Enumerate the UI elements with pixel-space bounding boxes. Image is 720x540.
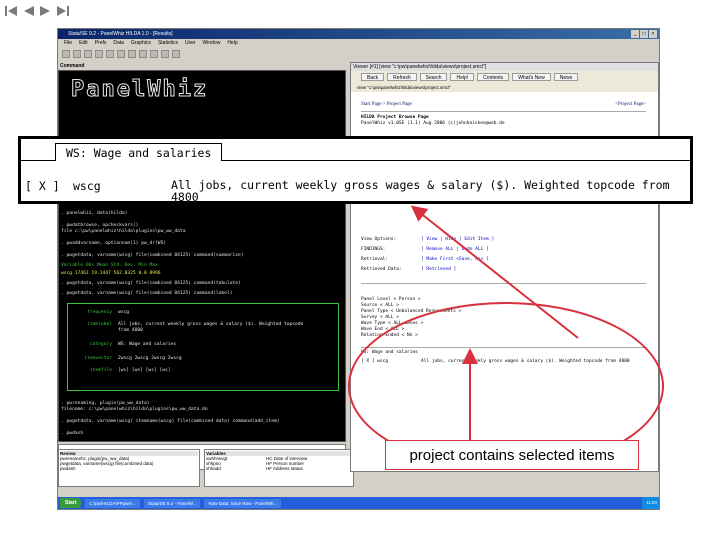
start-button[interactable]: Start — [60, 498, 82, 508]
label-box-row: category WS: Wage and salaries — [89, 342, 177, 347]
retrieved-data-link[interactable]: [ Retrieved ] — [421, 267, 456, 272]
result-line: . pwgetdata, varname(wscg) file(combined… — [61, 253, 244, 258]
taskbar-item[interactable]: Raw Data: Save Raw - PanelWh... — [204, 498, 282, 508]
result-line: . panelwhiz, data(hilda) — [61, 211, 128, 216]
news-button[interactable]: News — [553, 73, 579, 81]
menu-data[interactable]: Data — [113, 39, 124, 48]
option-row: FINDINGS:[ Remove ALL | Undo ALL ] — [361, 247, 489, 252]
toolbar — [58, 48, 659, 61]
taskbar: Start C:\pw\HILDA\PPpwm... Stata/SE 9.2 … — [58, 497, 659, 509]
print-icon[interactable] — [84, 50, 92, 58]
option-row: Retrieved Data:[ Retrieved ] — [361, 267, 457, 272]
result-line: . pwaddvarname, optionnam(1) pw_dr(WS) — [61, 241, 167, 246]
zoom-category-tab: WS: Wage and salaries — [55, 143, 223, 161]
menu-file[interactable]: File — [64, 39, 72, 48]
result-table-row: wscg 17461 19.1447 562.0325 0.0 8996 — [61, 271, 161, 276]
label-box-row: itemfile [ws] [ws] [ws] [ws] — [89, 368, 171, 373]
whats-new-button[interactable]: What's New — [512, 73, 551, 81]
retrieval-links[interactable]: [ Make First <Save, As> ] — [421, 257, 489, 262]
maximize-icon[interactable]: □ — [640, 30, 648, 38]
label-box: frequency wscg itemlabel All jobs, current… — [67, 303, 339, 391]
breadcrumb-right[interactable]: <Project Page> — [615, 102, 646, 107]
view-options-links[interactable]: [ View | Hide | Edit Item ] — [421, 237, 494, 242]
item-checkbox[interactable]: [ X ] — [25, 179, 60, 193]
result-line: . pwdash — [61, 431, 84, 436]
viewer-address[interactable]: view "c:\pw\panelwhiz\hilda\views\projec… — [351, 83, 658, 92]
dofile-icon[interactable] — [128, 50, 136, 58]
result-table-header: Variable Obs Mean Std. Dev. Min Max — [61, 263, 158, 268]
next-slide-icon[interactable] — [38, 4, 53, 18]
menu-user[interactable]: User — [185, 39, 196, 48]
option-row: View Options:[ View | Hide | Edit Item ] — [361, 237, 495, 242]
review-item[interactable]: pwdash — [60, 466, 198, 471]
result-line: . pwgetdata, varname(wscg) file(combined… — [61, 291, 233, 296]
close-icon[interactable]: × — [649, 30, 657, 38]
minimize-icon[interactable]: _ — [631, 30, 639, 38]
page-subtitle: PanelWhiz v1.0SE (1.1) Aug 2006 (c)johnh… — [361, 121, 505, 126]
variable-row[interactable]: xhhadd HF Address status — [206, 466, 352, 471]
system-tray-clock: 11:04 — [642, 497, 659, 509]
item-description: All jobs, current weekly gross wages & s… — [171, 178, 670, 204]
findings-links[interactable]: [ Remove ALL | Undo ALL ] — [421, 247, 489, 252]
open-icon[interactable] — [62, 50, 70, 58]
label-box-row: from 4800 — [118, 328, 143, 333]
clear-more-icon[interactable] — [161, 50, 169, 58]
panelwhiz-logo: PanelWhiz — [70, 77, 209, 103]
taskbar-item[interactable]: C:\pw\HILDA\PPpwm... — [85, 498, 140, 508]
menu-graphics[interactable]: Graphics — [131, 39, 151, 48]
results-window: PanelWhiz . panelwhiz, data(hilda) . pwd… — [58, 70, 346, 442]
breadcrumb[interactable]: Start Page > Project Page — [361, 102, 412, 107]
data-browser-icon[interactable] — [150, 50, 158, 58]
variables-pane: Variables xwhhrwvgt HC Date of interview … — [204, 449, 354, 487]
callout-label: project contains selected items — [385, 440, 639, 470]
slide-navigation — [4, 4, 70, 18]
command-label: Command — [60, 63, 85, 69]
break-icon[interactable] — [172, 50, 180, 58]
divider — [361, 111, 646, 112]
menu-edit[interactable]: Edit — [79, 39, 88, 48]
viewer-buttons: Back Refresh Search Help! Contents What'… — [351, 71, 658, 83]
option-row: Retrieval:[ Make First <Save, As> ] — [361, 257, 489, 262]
divider — [361, 283, 646, 284]
window-title: Stata/SE 9.2 - PanelWhiz HILDA 1.0 - [Re… — [68, 31, 173, 37]
window-titlebar: Stata/SE 9.2 - PanelWhiz HILDA 1.0 - [Re… — [58, 29, 659, 39]
label-box-row: frequency wscg — [87, 310, 130, 315]
result-line: . pwgetdata, varname(wscg) file(combined… — [61, 281, 241, 286]
contents-button[interactable]: Contents — [477, 73, 510, 81]
menubar: File Edit Prefs Data Graphics Statistics… — [58, 39, 659, 48]
menu-prefs[interactable]: Prefs — [95, 39, 107, 48]
previous-slide-icon[interactable] — [21, 4, 36, 18]
first-slide-icon[interactable] — [4, 4, 19, 18]
taskbar-item[interactable]: Stata/SE 9.2 - PanelW... — [143, 498, 201, 508]
log-icon[interactable] — [95, 50, 103, 58]
zoomed-item-panel: WS: Wage and salaries [ X ] wscg All job… — [18, 136, 693, 204]
help-button[interactable]: Help! — [450, 73, 475, 81]
menu-window[interactable]: Window — [203, 39, 221, 48]
menu-help[interactable]: Help — [227, 39, 237, 48]
back-button[interactable]: Back — [361, 73, 385, 81]
result-line: filename: c:\pw\panelwhiz\hilda\plugins\… — [61, 407, 208, 412]
menu-statistics[interactable]: Statistics — [158, 39, 178, 48]
refresh-button[interactable]: Refresh — [387, 73, 417, 81]
viewer-icon[interactable] — [106, 50, 114, 58]
viewer-title: Viewer [#1] [view "c:\pw\panelwhiz\hilda… — [351, 63, 658, 71]
label-box-row: itemvector 2wscg 2wscg 2wscg 2wscg — [84, 356, 182, 361]
review-pane: Review pwrenamehz, plugin(pw_ww_data) pw… — [58, 449, 200, 487]
graph-icon[interactable] — [117, 50, 125, 58]
search-button[interactable]: Search — [419, 73, 448, 81]
result-line: . pwgetdata, varname(wscg) itemname(wscg… — [61, 419, 280, 424]
item-varname: wscg — [73, 179, 101, 193]
data-editor-icon[interactable] — [139, 50, 147, 58]
result-line: file c:\pw\panelwhiz\hilda\plugins\pw_ww… — [61, 229, 186, 234]
last-slide-icon[interactable] — [55, 4, 70, 18]
save-icon[interactable] — [73, 50, 81, 58]
command-pane: Command PanelWhiz . panelwhiz, data(hild… — [58, 62, 348, 472]
